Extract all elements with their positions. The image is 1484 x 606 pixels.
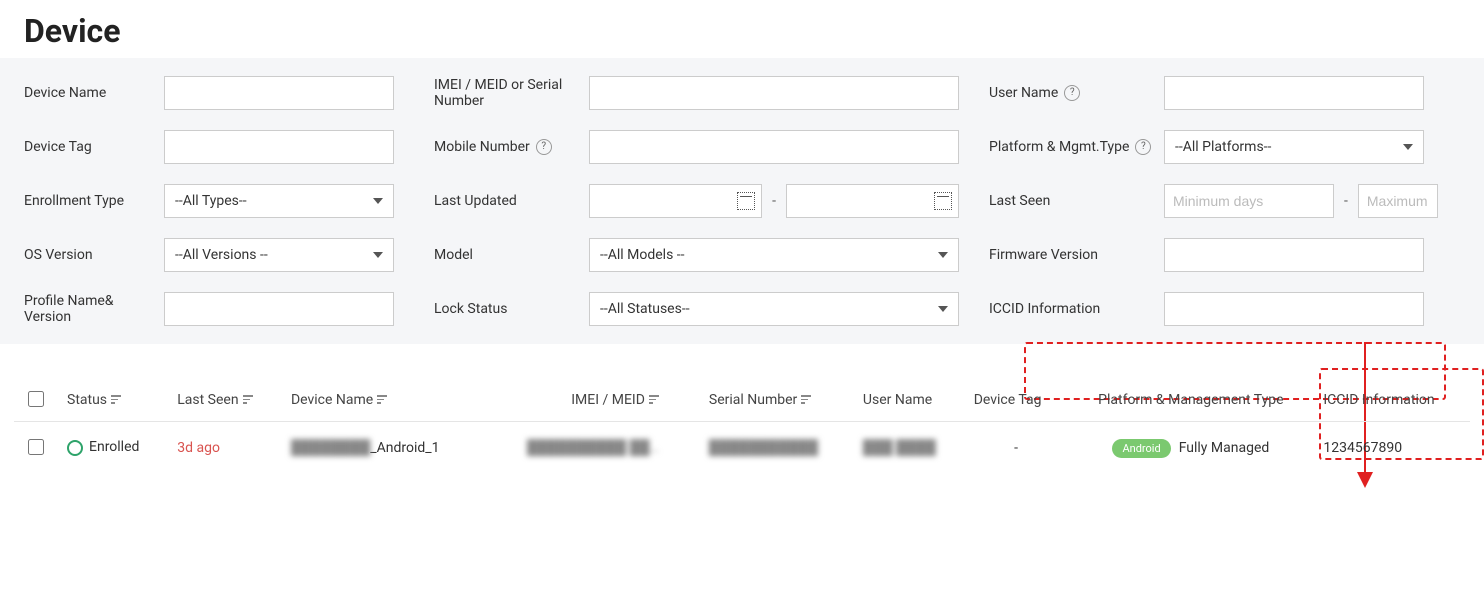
label-platform-text: Platform & Mgmt.Type [989,139,1129,155]
cell-serial: ███████████ [699,422,853,474]
cell-device-name: ████████_Android_1 [281,422,482,474]
mobile-number-input[interactable] [589,130,959,164]
col-iccid: ICCID Information [1313,378,1470,422]
cell-platform: AndroidFully Managed [1068,422,1313,474]
redacted-text: ███████████ [709,440,818,456]
device-table: Status Last Seen Device Name IMEI / MEID… [14,378,1470,473]
col-tag: Device Tag [964,378,1069,422]
label-iccid: ICCID Information [989,301,1164,317]
col-last-seen[interactable]: Last Seen [167,378,281,422]
cell-imei: ██████████ ██… [482,422,699,474]
last-updated-to[interactable] [786,184,959,218]
device-name-input[interactable] [164,76,394,110]
sort-icon [111,395,121,404]
device-tag-input[interactable] [164,130,394,164]
lock-status-selected: --All Statuses-- [600,301,690,317]
page-title: Device [0,0,1484,58]
label-user-name-text: User Name [989,85,1058,101]
label-last-seen: Last Seen [989,193,1164,209]
label-device-tag: Device Tag [24,139,164,155]
sort-icon [801,395,811,404]
table-row[interactable]: Enrolled 3d ago ████████_Android_1 █████… [14,422,1470,474]
row-checkbox[interactable] [28,439,44,455]
select-all-checkbox[interactable] [28,391,44,407]
help-icon[interactable]: ? [536,139,552,155]
model-selected: --All Models -- [600,247,685,263]
os-version-dropdown[interactable]: --All Versions -- [164,238,394,272]
sort-icon [243,395,253,404]
col-platform: Platform & Management Type [1068,378,1313,422]
chevron-down-icon [373,252,383,258]
col-imei[interactable]: IMEI / MEID [482,378,699,422]
label-mobile-number: Mobile Number ? [434,139,589,155]
label-platform: Platform & Mgmt.Type ? [989,139,1164,155]
help-icon[interactable]: ? [1064,85,1080,101]
redacted-text: ████████ [291,440,370,456]
help-icon[interactable]: ? [1135,139,1151,155]
platform-selected: --All Platforms-- [1175,139,1271,155]
label-firmware: Firmware Version [989,247,1164,263]
profile-input[interactable] [164,292,394,326]
last-seen-max-input[interactable] [1358,184,1438,218]
sort-icon [377,395,387,404]
sort-icon [649,395,659,404]
enroll-type-selected: --All Types-- [175,193,247,209]
label-user-name: User Name ? [989,85,1164,101]
cell-iccid: 1234567890 [1313,422,1470,474]
chevron-down-icon [373,198,383,204]
platform-badge: Android [1112,439,1170,458]
label-device-name: Device Name [24,85,164,101]
col-serial[interactable]: Serial Number [699,378,853,422]
col-device-name[interactable]: Device Name [281,378,482,422]
cell-last-seen: 3d ago [167,422,281,474]
platform-dropdown[interactable]: --All Platforms-- [1164,130,1424,164]
chevron-down-icon [1403,144,1413,150]
lock-status-dropdown[interactable]: --All Statuses-- [589,292,959,326]
os-version-selected: --All Versions -- [175,247,268,263]
label-mobile-number-text: Mobile Number [434,139,530,155]
cell-status: Enrolled [57,422,167,474]
label-imei: IMEI / MEID or Serial Number [434,77,589,109]
enroll-type-dropdown[interactable]: --All Types-- [164,184,394,218]
col-user: User Name [853,378,964,422]
imei-input[interactable] [589,76,959,110]
user-name-input[interactable] [1164,76,1424,110]
label-lock-status: Lock Status [434,301,589,317]
last-updated-from[interactable] [589,184,762,218]
redacted-text: ███ ████ [863,440,936,456]
chevron-down-icon [938,252,948,258]
label-enroll-type: Enrollment Type [24,193,164,209]
cell-user: ███ ████ [853,422,964,474]
range-dash: - [1344,193,1348,209]
last-seen-min-input[interactable] [1164,184,1334,218]
model-dropdown[interactable]: --All Models -- [589,238,959,272]
col-status[interactable]: Status [57,378,167,422]
device-table-wrap: Status Last Seen Device Name IMEI / MEID… [0,344,1484,473]
calendar-icon [737,192,755,210]
label-model: Model [434,247,589,263]
label-profile: Profile Name& Version [24,293,164,325]
calendar-icon [934,192,952,210]
chevron-down-icon [938,306,948,312]
filter-panel: Device Name IMEI / MEID or Serial Number… [0,58,1484,344]
label-os-version: OS Version [24,247,164,263]
iccid-input[interactable] [1164,292,1424,326]
range-dash: - [772,193,776,209]
redacted-text: ██████████ ██… [527,440,659,456]
status-circle-icon [67,440,83,456]
label-last-updated: Last Updated [434,193,589,209]
firmware-input[interactable] [1164,238,1424,272]
cell-tag: - [964,422,1069,474]
